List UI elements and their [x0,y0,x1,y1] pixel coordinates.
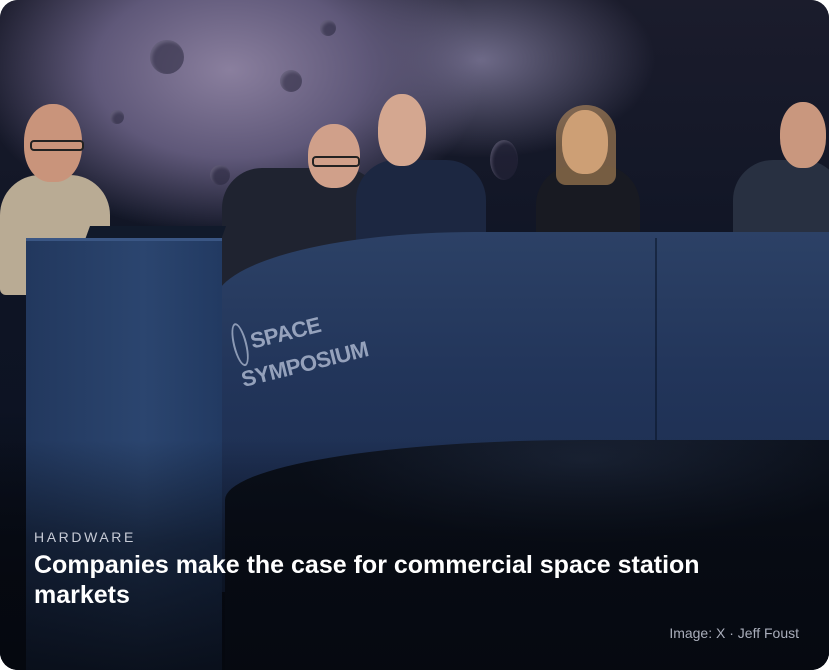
moon-crater [320,20,336,36]
article-headline[interactable]: Companies make the case for commercial s… [34,550,794,610]
moon-crater [210,165,230,185]
category-label[interactable]: HARDWARE [34,529,136,545]
moon-crater [110,110,124,124]
moon-crater [150,40,184,74]
news-card[interactable]: SPACE SYMPOSIUM HARDWARE Companies make … [0,0,829,670]
moon-crater [280,70,302,92]
image-credit: Image: X · Jeff Foust [669,625,799,641]
moon-crater [490,140,518,180]
desk-seam [655,238,657,468]
